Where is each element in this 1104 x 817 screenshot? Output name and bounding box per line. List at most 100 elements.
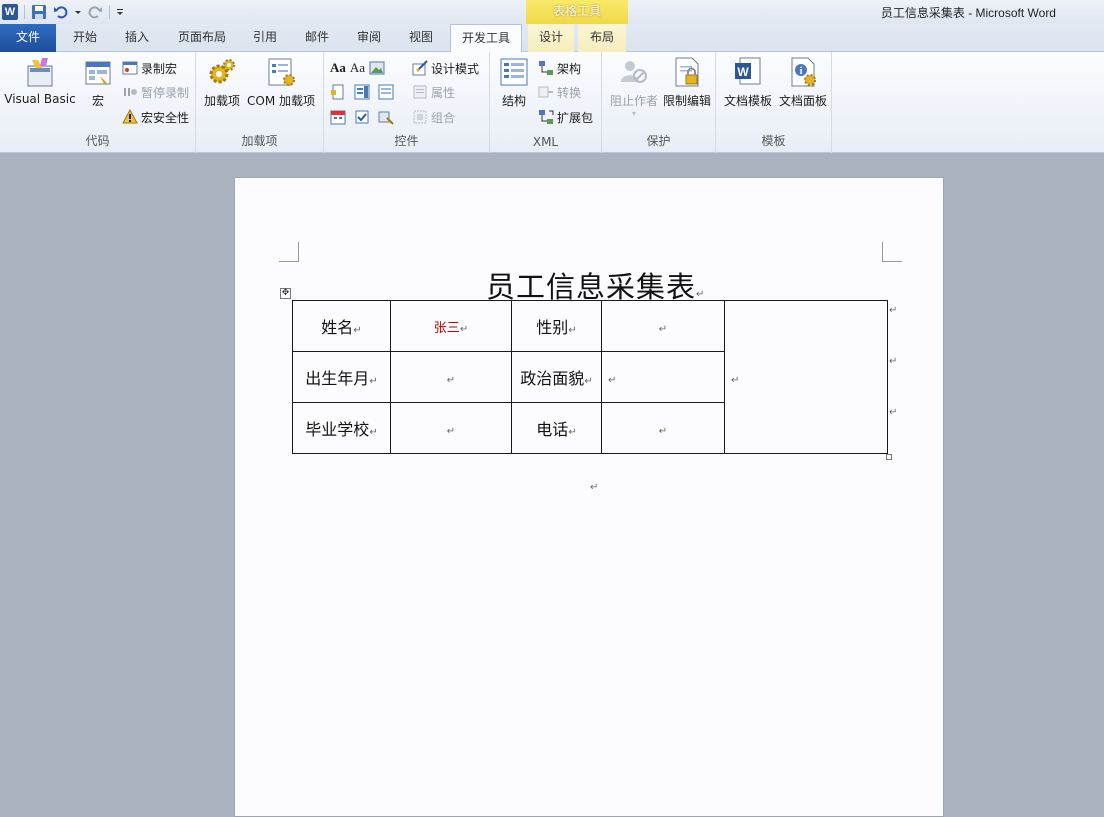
- properties-button[interactable]: 属性: [412, 82, 455, 102]
- trailing-paragraph-mark[interactable]: ↵: [590, 482, 598, 493]
- group-controls-label: 控件: [394, 134, 419, 148]
- group-code-label: 代码: [85, 134, 110, 148]
- tab-review[interactable]: 审阅: [346, 24, 392, 52]
- visual-basic-icon: [24, 56, 56, 88]
- block-authors-label: 阻止作者: [609, 94, 658, 108]
- schema-button[interactable]: 架构: [538, 58, 581, 78]
- ribbon-developer: Visual Basic 宏 录制宏 暂停录制 宏安全性 代码 加载项 COM …: [0, 52, 1104, 153]
- plain-text-control-button[interactable]: Aa: [350, 60, 365, 76]
- tab-file[interactable]: 文件: [0, 24, 56, 52]
- table-move-handle[interactable]: ✥: [280, 288, 291, 299]
- qat-separator: [24, 5, 25, 19]
- tab-home[interactable]: 开始: [60, 24, 110, 52]
- table-cell-phone-value[interactable]: ↵: [601, 402, 725, 454]
- table-cell-birth-label[interactable]: 出生年月↵: [292, 351, 391, 403]
- title-bar: W 表格工具 员工信息采集表 - Microsoft Word: [0, 0, 1104, 24]
- table-cell-phone-label[interactable]: 电话↵: [511, 402, 602, 454]
- tab-view[interactable]: 视图: [398, 24, 444, 52]
- properties-icon: [412, 84, 428, 100]
- undo-icon[interactable]: [53, 4, 69, 20]
- restrict-editing-icon: [671, 56, 703, 88]
- redo-icon[interactable]: [87, 4, 103, 20]
- tab-developer[interactable]: 开发工具: [450, 24, 522, 53]
- group-xml: 结构 架构 转换 扩展包 XML: [490, 52, 602, 153]
- macros-button[interactable]: 宏: [80, 56, 116, 109]
- block-authors-dropdown-icon[interactable]: ▾: [606, 109, 662, 118]
- transform-icon: [538, 84, 554, 100]
- table-cell-school-value[interactable]: ↵: [390, 402, 512, 454]
- group-protect-label: 保护: [646, 134, 671, 148]
- group-code: Visual Basic 宏 录制宏 暂停录制 宏安全性 代码: [0, 52, 196, 153]
- design-mode-button[interactable]: 设计模式: [412, 58, 479, 78]
- dropdown-list-icon[interactable]: [378, 84, 394, 100]
- rich-text-control-button[interactable]: Aa: [330, 60, 346, 76]
- group-protect: 阻止作者 ▾ 限制编辑 保护: [602, 52, 716, 153]
- record-macro-icon: [122, 60, 138, 76]
- macros-icon: [82, 56, 114, 88]
- record-macro-button[interactable]: 录制宏: [122, 58, 177, 78]
- table-cell-political-label[interactable]: 政治面貌↵: [511, 351, 602, 403]
- table-tools-context-label: 表格工具: [526, 0, 628, 24]
- undo-dropdown-icon[interactable]: [75, 4, 81, 20]
- macro-security-button[interactable]: 宏安全性: [122, 107, 189, 127]
- tab-table-layout[interactable]: 布局: [578, 24, 626, 52]
- building-block-icon[interactable]: [330, 84, 346, 100]
- word-app-icon[interactable]: W: [2, 4, 18, 20]
- expansion-packs-label: 扩展包: [557, 110, 594, 125]
- table-cell-school-label[interactable]: 毕业学校↵: [292, 402, 391, 454]
- tab-references[interactable]: 引用: [242, 24, 288, 52]
- picture-control-icon[interactable]: [369, 60, 385, 76]
- pause-recording-button[interactable]: 暂停录制: [122, 82, 189, 102]
- group-xml-label: XML: [532, 135, 559, 149]
- transform-button[interactable]: 转换: [538, 82, 581, 102]
- group-controls-icon: [412, 109, 428, 125]
- margin-corner-top-right: [882, 242, 902, 262]
- visual-basic-button[interactable]: Visual Basic: [4, 56, 76, 106]
- legacy-tools-icon[interactable]: [378, 109, 394, 125]
- table-cell-name-label[interactable]: 姓名↵: [292, 300, 391, 352]
- table-cell-name-value[interactable]: 张三↵: [390, 300, 512, 352]
- macro-security-label: 宏安全性: [141, 110, 190, 125]
- expansion-packs-button[interactable]: 扩展包: [538, 107, 593, 127]
- macros-label: 宏: [91, 94, 104, 108]
- pause-recording-label: 暂停录制: [141, 85, 190, 100]
- schema-icon: [538, 60, 554, 76]
- document-template-icon: W: [732, 56, 764, 88]
- tab-page-layout[interactable]: 页面布局: [168, 24, 236, 52]
- restrict-editing-button[interactable]: 限制编辑: [660, 56, 714, 109]
- save-icon[interactable]: [31, 4, 47, 20]
- structure-label: 结构: [501, 94, 526, 108]
- restrict-editing-label: 限制编辑: [662, 94, 711, 108]
- addins-button[interactable]: 加载项: [202, 56, 242, 109]
- document-panel-button[interactable]: i 文档面板: [776, 56, 830, 109]
- com-addins-icon: [265, 56, 297, 88]
- document-template-button[interactable]: W 文档模板: [720, 56, 776, 109]
- table-cell-political-value[interactable]: ↵: [601, 351, 725, 403]
- tab-table-design[interactable]: 设计: [528, 24, 574, 52]
- margin-corner-top-left: [279, 242, 299, 262]
- table-cell-birth-value[interactable]: ↵: [390, 351, 512, 403]
- controls-row-1: Aa Aa: [330, 58, 385, 78]
- table-cell-gender-value[interactable]: ↵: [601, 300, 725, 352]
- combo-box-icon[interactable]: [354, 84, 370, 100]
- block-authors-button[interactable]: 阻止作者 ▾: [606, 56, 662, 118]
- expansion-packs-icon: [538, 109, 554, 125]
- com-addins-button[interactable]: COM 加载项: [244, 56, 318, 109]
- structure-button[interactable]: 结构: [496, 56, 532, 109]
- table-cell-gender-label[interactable]: 性别↵: [511, 300, 602, 352]
- date-picker-icon[interactable]: [330, 109, 346, 125]
- employee-info-table[interactable]: 姓名↵ 张三↵ 性别↵ ↵ ↵ 出生年月↵ ↵ 政治面貌↵ ↵ 毕业学校↵ ↵ …: [292, 300, 888, 454]
- checkbox-control-icon[interactable]: [354, 109, 370, 125]
- group-button[interactable]: 组合: [412, 107, 455, 127]
- group-templates: W 文档模板 i 文档面板 模板: [716, 52, 832, 153]
- tab-mailings[interactable]: 邮件: [294, 24, 340, 52]
- document-area[interactable]: [0, 154, 1104, 817]
- group-addins-label: 加载项: [241, 134, 278, 148]
- qat-separator: [109, 5, 110, 19]
- tab-insert[interactable]: 插入: [112, 24, 162, 52]
- window-title: 员工信息采集表 - Microsoft Word: [880, 6, 1056, 20]
- table-cell-photo[interactable]: ↵: [724, 300, 888, 454]
- customize-qat-icon[interactable]: [116, 4, 124, 20]
- table-resize-handle[interactable]: [886, 454, 892, 460]
- end-of-row-mark: ↵: [889, 305, 898, 316]
